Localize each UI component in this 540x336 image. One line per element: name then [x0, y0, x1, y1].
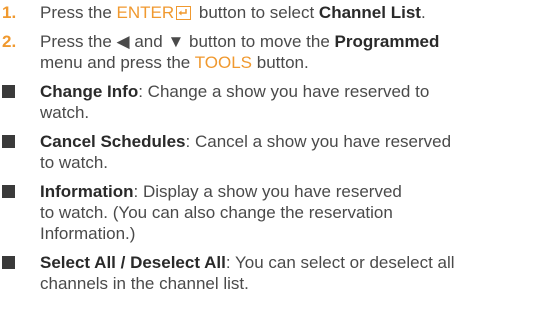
text-run: menu and press the — [40, 53, 195, 72]
option-title: Cancel Schedules — [40, 132, 186, 151]
step-text: Press the ENTER button to select Channel… — [40, 3, 426, 22]
option-text: Information: Display a show you have res… — [40, 182, 402, 243]
text-run: and — [129, 32, 168, 51]
enter-icon — [176, 6, 192, 20]
text-run: Press the — [40, 32, 117, 51]
option-text: Select All / Deselect All: You can selec… — [40, 253, 455, 293]
option-text: Cancel Schedules: Cancel a show you have… — [40, 132, 451, 172]
step-1: 1. Press the ENTER button to select Chan… — [0, 2, 540, 23]
step-2: 2. Press the ◀ and ▼ button to move the … — [0, 31, 540, 73]
channel-list-term: Channel List — [318, 3, 421, 22]
option-desc: : Display a show you have reserved — [133, 182, 402, 201]
left-arrow-icon: ◀ — [116, 32, 130, 51]
option-desc: watch. — [40, 103, 90, 122]
step-number: 1. — [2, 3, 17, 22]
text-run: button. — [252, 53, 309, 72]
option-information: Information: Display a show you have res… — [0, 181, 540, 244]
option-desc: : You can select or deselect all — [225, 253, 455, 272]
option-cancel-schedules: Cancel Schedules: Cancel a show you have… — [0, 131, 540, 173]
text-run: button to move the — [184, 32, 335, 51]
option-desc: : Cancel a show you have reserved — [185, 132, 452, 151]
square-bullet-icon — [2, 135, 15, 148]
step-text: Press the ◀ and ▼ button to move the Pro… — [40, 32, 439, 72]
enter-key-label: ENTER — [116, 3, 175, 22]
option-text: Change Info: Change a show you have rese… — [40, 82, 429, 122]
option-select-all: Select All / Deselect All: You can selec… — [0, 252, 540, 294]
manual-page: 1. Press the ENTER button to select Chan… — [0, 2, 540, 302]
option-desc: : Change a show you have reserved to — [138, 82, 430, 101]
option-title: Select All / Deselect All — [40, 253, 226, 272]
option-title: Change Info — [40, 82, 139, 101]
text-run: Press the — [40, 3, 117, 22]
option-desc: to watch. — [40, 153, 109, 172]
option-title: Information — [40, 182, 134, 201]
option-desc: to watch. (You can also change the reser… — [40, 203, 393, 222]
square-bullet-icon — [2, 185, 15, 198]
text-run: . — [420, 3, 426, 22]
down-arrow-icon: ▼ — [167, 32, 185, 51]
square-bullet-icon — [2, 256, 15, 269]
step-number: 2. — [2, 32, 17, 51]
programmed-term: Programmed — [334, 32, 440, 51]
text-run: button to select — [194, 3, 319, 22]
square-bullet-icon — [2, 85, 15, 98]
option-desc: channels in the channel list. — [40, 274, 249, 293]
option-desc: Information.) — [40, 224, 136, 243]
option-change-info: Change Info: Change a show you have rese… — [0, 81, 540, 123]
tools-key-label: TOOLS — [194, 53, 253, 72]
